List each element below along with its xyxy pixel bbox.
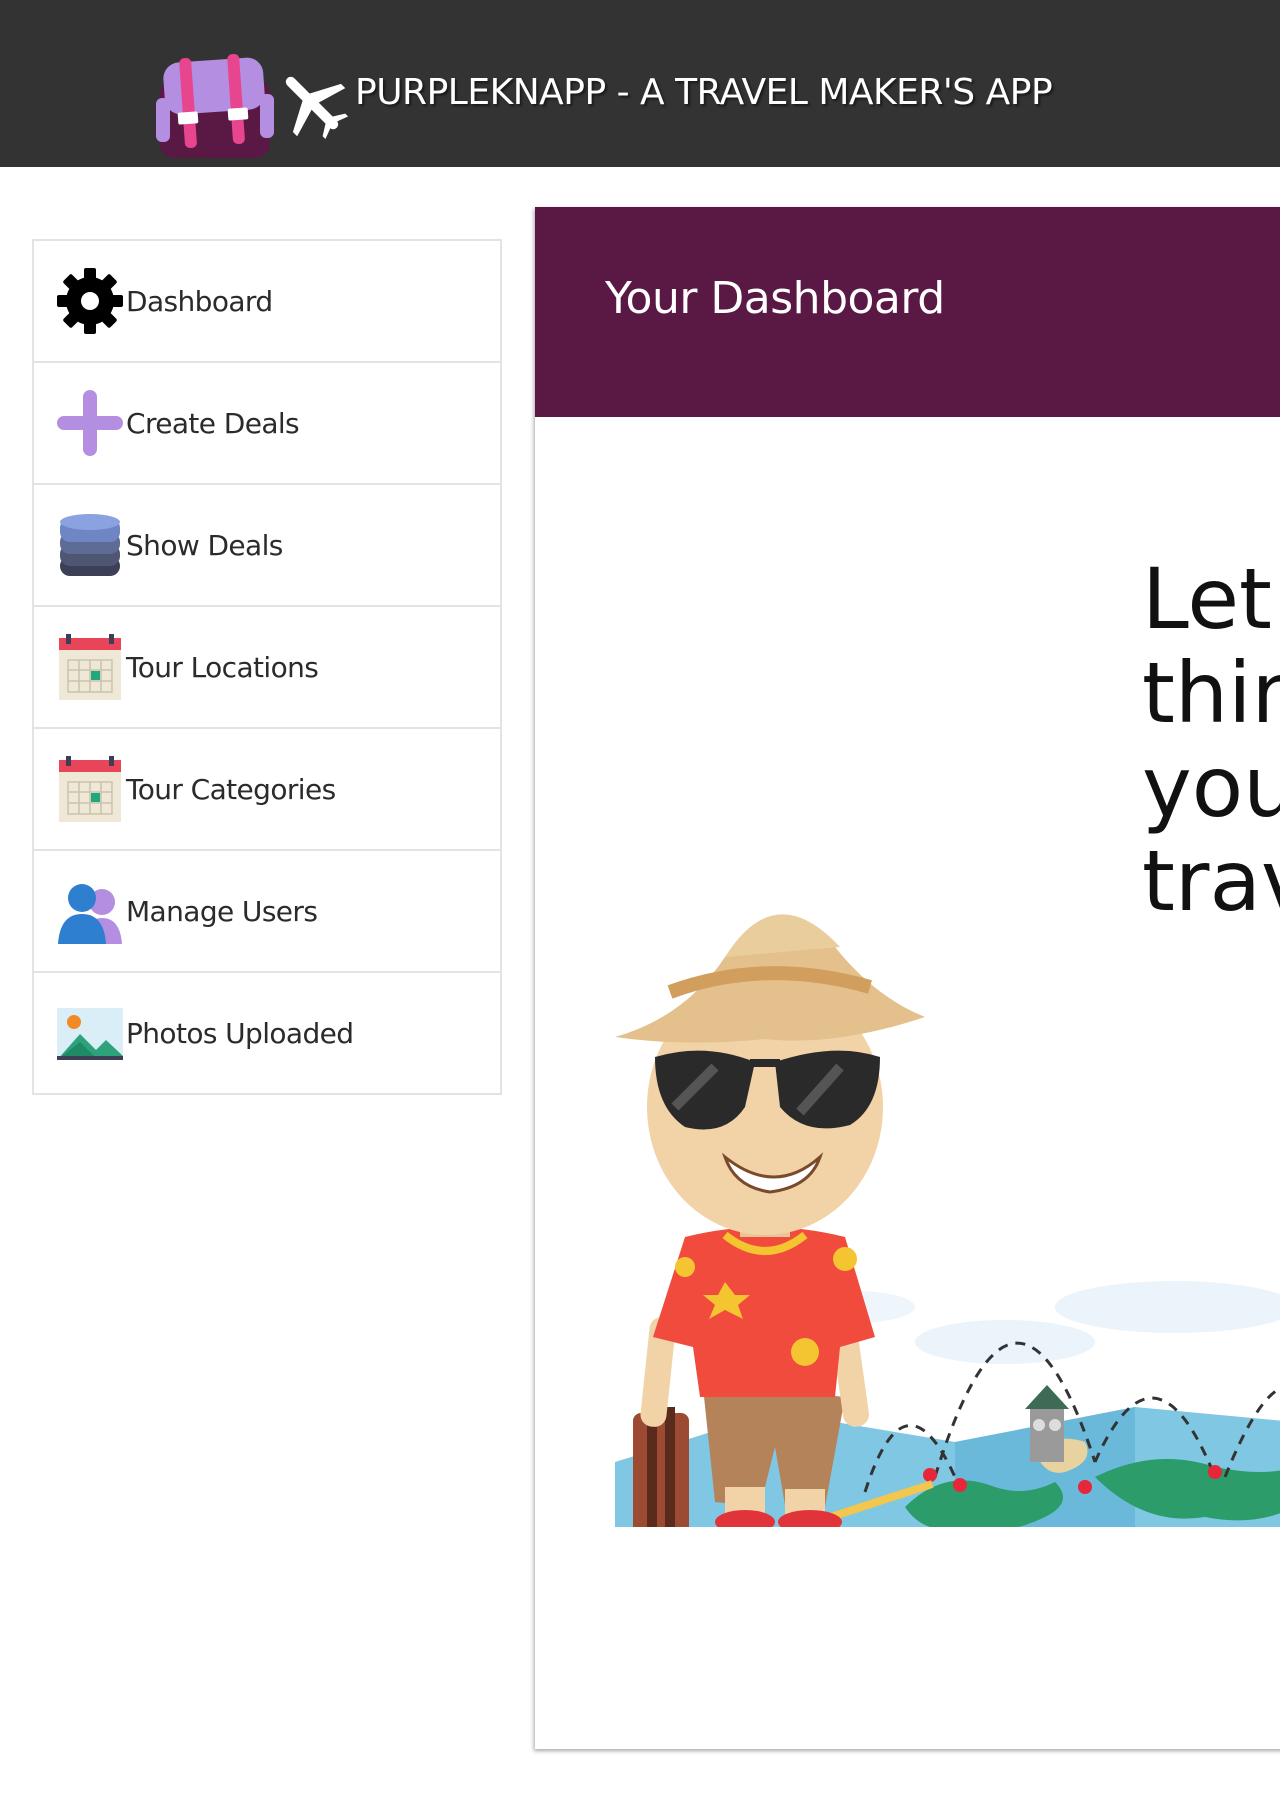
sidebar-item-photos-uploaded[interactable]: Photos Uploaded [32, 971, 502, 1095]
tagline-line: thin [1142, 644, 1280, 742]
sidebar-item-label: Show Deals [126, 528, 283, 562]
plus-icon [56, 388, 124, 458]
tagline-line: Let' [1142, 550, 1280, 648]
sidebar-item-tour-categories[interactable]: Tour Categories [32, 727, 502, 851]
panel-header: Your Dashboard [535, 207, 1280, 417]
sidebar-item-dashboard[interactable]: Dashboard [32, 239, 502, 363]
sidebar-item-tour-locations[interactable]: Tour Locations [32, 605, 502, 729]
sidebar-item-show-deals[interactable]: Show Deals [32, 483, 502, 607]
sidebar-item-create-deals[interactable]: Create Deals [32, 361, 502, 485]
page-title: Your Dashboard [605, 273, 945, 324]
hero-tagline: Let' thin you trav [1142, 552, 1280, 928]
sidebar-item-label: Create Deals [126, 406, 300, 440]
tagline-line: trav [1142, 832, 1280, 930]
database-icon [56, 510, 124, 580]
sidebar-item-label: Dashboard [126, 284, 273, 318]
app-header: PURPLEKNAPP - A TRAVEL MAKER'S APP [0, 0, 1280, 167]
dashboard-panel: Your Dashboard Let' thin you tra [535, 207, 1280, 1749]
app-title: PURPLEKNAPP - A TRAVEL MAKER'S APP [355, 72, 1053, 113]
sidebar-nav: Dashboard Create Deals Show Deals Tour L… [32, 239, 502, 1095]
sidebar-item-label: Manage Users [126, 894, 318, 928]
calendar-icon [56, 632, 124, 702]
sidebar-item-label: Photos Uploaded [126, 1016, 354, 1050]
sidebar-item-label: Tour Locations [126, 650, 319, 684]
tagline-line: you [1142, 738, 1280, 836]
airplane-icon [285, 76, 348, 140]
backpack-icon [156, 54, 274, 158]
gear-icon [56, 266, 124, 336]
image-icon [56, 998, 124, 1068]
sidebar-item-label: Tour Categories [126, 772, 336, 806]
calendar-icon [56, 754, 124, 824]
users-icon [56, 876, 124, 946]
sidebar-item-manage-users[interactable]: Manage Users [32, 849, 502, 973]
